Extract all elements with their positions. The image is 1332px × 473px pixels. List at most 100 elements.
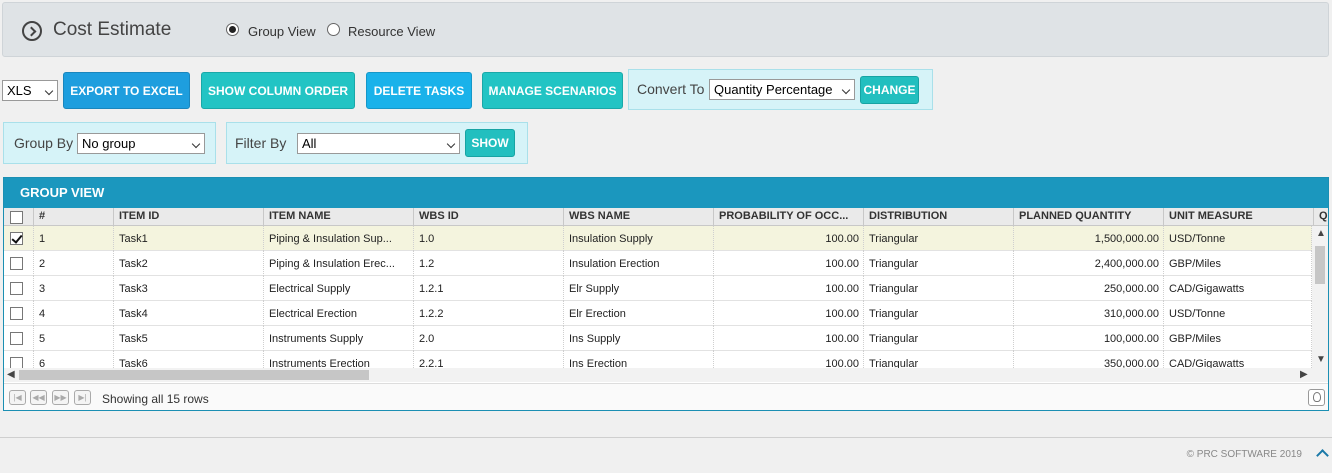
probability-cell: 100.00 — [714, 301, 864, 326]
row-checkbox[interactable] — [10, 232, 23, 245]
export-excel-button[interactable]: EXPORT TO EXCEL — [63, 72, 190, 109]
grid-pager: |◀ ◀◀ ▶▶ ▶| Showing all 15 rows — [4, 383, 1328, 410]
select-all-checkbox[interactable] — [10, 211, 23, 224]
scroll-left-icon[interactable]: ◀ — [7, 369, 15, 380]
item-name-cell: Piping & Insulation Erec... — [264, 251, 414, 276]
grid-header-row: # ITEM ID ITEM NAME WBS ID WBS NAME PROB… — [4, 208, 1328, 226]
item-name-cell: Electrical Erection — [264, 301, 414, 326]
row-checkbox[interactable] — [10, 332, 23, 345]
scroll-up-icon[interactable]: ▲ — [1316, 228, 1326, 239]
planned-quantity-cell: 250,000.00 — [1014, 276, 1164, 301]
show-button[interactable]: SHOW — [465, 129, 515, 157]
horizontal-scrollbar[interactable]: ◀ ▶ — [4, 368, 1328, 382]
row-number: 3 — [34, 276, 114, 301]
row-checkbox[interactable] — [10, 357, 23, 368]
table-row[interactable]: 2 Task2 Piping & Insulation Erec... 1.2 … — [4, 251, 1312, 276]
item-name-cell: Instruments Supply — [264, 326, 414, 351]
table-row[interactable]: 3 Task3 Electrical Supply 1.2.1 Elr Supp… — [4, 276, 1312, 301]
probability-cell: 100.00 — [714, 326, 864, 351]
probability-cell: 100.00 — [714, 351, 864, 368]
horizontal-scroll-thumb[interactable] — [19, 370, 369, 380]
convert-panel: Convert To Quantity Percentage CHANGE — [628, 69, 933, 110]
wbs-id-cell: 2.2.1 — [414, 351, 564, 368]
unit-measure-cell: CAD/Gigawatts — [1164, 276, 1312, 301]
row-checkbox[interactable] — [10, 307, 23, 320]
unit-measure-cell: GBP/Miles — [1164, 251, 1312, 276]
next-page-icon[interactable]: ▶▶ — [52, 390, 69, 405]
change-button[interactable]: CHANGE — [860, 76, 919, 104]
row-checkbox[interactable] — [10, 257, 23, 270]
resource-view-label[interactable]: Resource View — [348, 24, 435, 39]
filter-by-panel: Filter By All SHOW — [226, 122, 528, 164]
convert-label: Convert To — [637, 81, 705, 97]
item-name-cell: Piping & Insulation Sup... — [264, 226, 414, 251]
chevron-down-icon — [446, 139, 456, 149]
chevron-down-icon — [841, 85, 851, 95]
wbs-name-cell: Insulation Supply — [564, 226, 714, 251]
column-header[interactable]: PROBABILITY OF OCC... — [714, 208, 864, 226]
vertical-scroll-thumb[interactable] — [1315, 246, 1325, 284]
vertical-scrollbar[interactable]: ▲ ▼ — [1312, 226, 1328, 368]
table-row[interactable]: 6 Task6 Instruments Erection 2.2.1 Ins E… — [4, 351, 1312, 368]
table-row[interactable]: 4 Task4 Electrical Erection 1.2.2 Elr Er… — [4, 301, 1312, 326]
lightbulb-icon[interactable] — [1308, 389, 1325, 406]
delete-tasks-button[interactable]: DELETE TASKS — [366, 72, 472, 109]
grid-title: GROUP VIEW — [4, 178, 1328, 208]
group-view-grid: GROUP VIEW # ITEM ID ITEM NAME WBS ID WB… — [3, 177, 1329, 411]
item-id-cell: Task3 — [114, 276, 264, 301]
probability-cell: 100.00 — [714, 276, 864, 301]
column-header[interactable]: WBS NAME — [564, 208, 714, 226]
row-number: 1 — [34, 226, 114, 251]
table-row[interactable]: 5 Task5 Instruments Supply 2.0 Ins Suppl… — [4, 326, 1312, 351]
convert-select[interactable]: Quantity Percentage — [709, 79, 855, 100]
page-title: Cost Estimate — [53, 19, 172, 40]
scroll-down-icon[interactable]: ▼ — [1316, 354, 1326, 365]
group-view-radio[interactable] — [226, 23, 239, 36]
first-page-icon[interactable]: |◀ — [9, 390, 26, 405]
wbs-name-cell: Insulation Erection — [564, 251, 714, 276]
column-header[interactable]: Q — [1314, 208, 1328, 226]
column-header[interactable]: # — [34, 208, 114, 226]
table-row[interactable]: 1 Task1 Piping & Insulation Sup... 1.0 I… — [4, 226, 1312, 251]
planned-quantity-cell: 1,500,000.00 — [1014, 226, 1164, 251]
expand-nav-icon[interactable] — [22, 21, 42, 41]
chevron-up-icon[interactable] — [1316, 449, 1329, 462]
copyright-text: © PRC SOFTWARE 2019 — [1186, 449, 1302, 460]
prev-page-icon[interactable]: ◀◀ — [30, 390, 47, 405]
show-column-order-button[interactable]: SHOW COLUMN ORDER — [201, 72, 355, 109]
scroll-right-icon[interactable]: ▶ — [1300, 369, 1308, 380]
column-header[interactable]: PLANNED QUANTITY — [1014, 208, 1164, 226]
unit-measure-cell: CAD/Gigawatts — [1164, 351, 1312, 368]
column-header[interactable]: DISTRIBUTION — [864, 208, 1014, 226]
convert-value: Quantity Percentage — [714, 82, 833, 97]
wbs-id-cell: 1.2 — [414, 251, 564, 276]
group-by-select[interactable]: No group — [77, 133, 205, 154]
unit-measure-cell: GBP/Miles — [1164, 326, 1312, 351]
distribution-cell: Triangular — [864, 251, 1014, 276]
page-header: Cost Estimate Group View Resource View — [2, 2, 1329, 57]
item-id-cell: Task2 — [114, 251, 264, 276]
group-view-label[interactable]: Group View — [248, 24, 316, 39]
wbs-name-cell: Ins Supply — [564, 326, 714, 351]
footer-divider — [0, 437, 1332, 438]
manage-scenarios-button[interactable]: MANAGE SCENARIOS — [482, 72, 623, 109]
last-page-icon[interactable]: ▶| — [74, 390, 91, 405]
unit-measure-cell: USD/Tonne — [1164, 301, 1312, 326]
export-format-select[interactable]: XLS — [2, 80, 58, 101]
column-header[interactable]: ITEM ID — [114, 208, 264, 226]
group-by-panel: Group By No group — [3, 122, 216, 164]
column-header[interactable]: UNIT MEASURE — [1164, 208, 1314, 226]
resource-view-radio[interactable] — [327, 23, 340, 36]
column-header[interactable]: WBS ID — [414, 208, 564, 226]
row-checkbox[interactable] — [10, 282, 23, 295]
column-header[interactable]: ITEM NAME — [264, 208, 414, 226]
row-number: 2 — [34, 251, 114, 276]
item-id-cell: Task5 — [114, 326, 264, 351]
filter-by-select[interactable]: All — [297, 133, 460, 154]
filter-by-value: All — [302, 136, 317, 151]
item-id-cell: Task4 — [114, 301, 264, 326]
distribution-cell: Triangular — [864, 276, 1014, 301]
grid-body: 1 Task1 Piping & Insulation Sup... 1.0 I… — [4, 226, 1312, 368]
distribution-cell: Triangular — [864, 326, 1014, 351]
wbs-name-cell: Ins Erection — [564, 351, 714, 368]
